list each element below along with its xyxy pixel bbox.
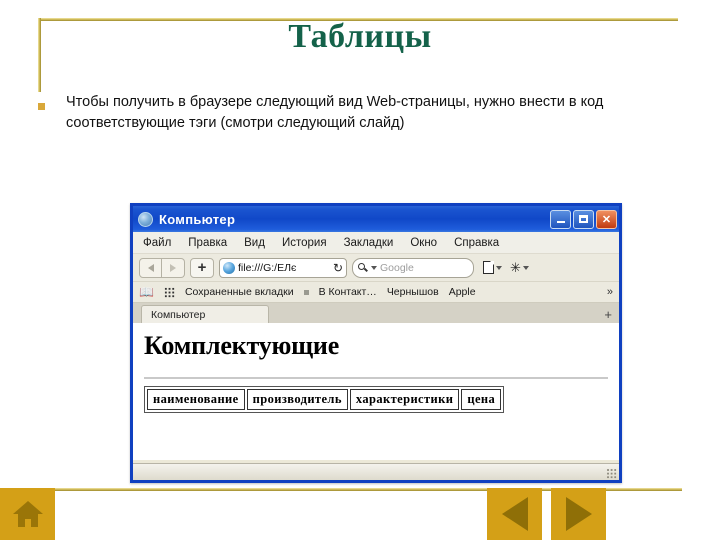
settings-chevron-down-icon xyxy=(522,265,529,270)
maximize-button[interactable] xyxy=(573,209,594,229)
search-icon xyxy=(358,262,368,273)
menu-item-file[interactable]: Файл xyxy=(143,237,171,249)
reload-icon[interactable]: ↻ xyxy=(333,261,343,275)
home-icon xyxy=(12,501,43,527)
page-title: Таблицы xyxy=(288,18,432,55)
menu-item-window[interactable]: Окно xyxy=(410,237,437,249)
content-heading: Комплектующие xyxy=(144,331,340,360)
search-placeholder: Google xyxy=(380,261,414,274)
search-engine-chevron-down-icon[interactable] xyxy=(371,265,377,270)
menu-item-history[interactable]: История xyxy=(282,237,327,249)
next-slide-button[interactable] xyxy=(551,488,606,540)
gear-icon: ✳ xyxy=(510,260,521,275)
bullet-marker-icon xyxy=(38,103,45,110)
back-arrow-icon xyxy=(501,497,528,531)
search-bar[interactable]: Google xyxy=(352,257,474,278)
address-bar-value: file:///G:/ЕЛє xyxy=(238,261,297,274)
previous-slide-button[interactable] xyxy=(487,488,542,540)
minimize-button[interactable] xyxy=(550,209,571,229)
close-icon: ✕ xyxy=(601,213,612,226)
page-chevron-down-icon xyxy=(496,265,502,270)
minimize-icon xyxy=(556,221,565,223)
site-globe-icon xyxy=(223,261,235,274)
table-cell-price: цена xyxy=(461,388,502,410)
close-button[interactable]: ✕ xyxy=(596,209,617,229)
globe-icon xyxy=(138,211,153,227)
tab-computer[interactable]: Компьютер xyxy=(141,305,269,323)
page-icon xyxy=(483,260,495,274)
bullet-text: Чтобы получить в браузере следующий вид … xyxy=(66,94,604,131)
browser-window: Компьютер ✕ Файл Правка Вид История Закл… xyxy=(130,203,622,483)
bookmark-chernyshov[interactable]: Чернышов xyxy=(387,286,439,298)
table-cell-name: наименование xyxy=(147,388,245,410)
new-tab-button[interactable]: + xyxy=(604,308,612,321)
bookmarks-overflow-icon[interactable]: » xyxy=(607,286,613,298)
table-cell-manufacturer: производитель xyxy=(246,388,348,410)
resize-grip-icon[interactable] xyxy=(606,468,617,479)
maximize-icon xyxy=(579,215,588,223)
settings-menu-button[interactable]: ✳ xyxy=(510,261,529,274)
table-cell-specs: характеристики xyxy=(349,388,460,410)
menu-item-edit[interactable]: Правка xyxy=(188,237,227,249)
browser-titlebar: Компьютер ✕ xyxy=(133,206,619,232)
toolbar-icon-group: ✳ xyxy=(483,260,529,274)
browser-toolbar: + file:///G:/ЕЛє ↻ Google ✳ xyxy=(133,254,619,282)
bullet-list-item: Чтобы получить в браузере следующий вид … xyxy=(38,92,678,134)
bookmark-saved-tabs[interactable]: Сохраненные вкладки xyxy=(185,286,294,298)
window-title: Компьютер xyxy=(159,211,236,227)
tab-strip: Компьютер + xyxy=(133,303,619,323)
forward-button[interactable] xyxy=(162,257,185,278)
bookmark-apple[interactable]: Apple xyxy=(449,286,476,298)
book-icon[interactable]: 📖 xyxy=(139,286,154,298)
components-table: наименование производитель характеристик… xyxy=(144,385,505,413)
tab-label: Компьютер xyxy=(151,308,206,321)
address-bar[interactable]: file:///G:/ЕЛє ↻ xyxy=(219,257,347,278)
table-row: наименование производитель характеристик… xyxy=(147,388,502,410)
page-content: Комплектующие наименование производитель… xyxy=(133,323,619,460)
grid-apps-icon[interactable] xyxy=(163,286,175,298)
bookmark-separator-icon xyxy=(303,289,309,295)
back-arrow-icon xyxy=(147,263,154,272)
browser-menubar: Файл Правка Вид История Закладки Окно Сп… xyxy=(133,232,619,254)
menu-item-bookmarks[interactable]: Закладки xyxy=(344,237,394,249)
horizontal-rule xyxy=(144,376,608,379)
forward-arrow-icon xyxy=(170,263,176,272)
back-button[interactable] xyxy=(139,257,162,278)
new-tab-toolbar-button[interactable]: + xyxy=(190,257,214,278)
home-button[interactable] xyxy=(0,488,55,540)
slide-canvas: Таблицы Чтобы получить в браузере следую… xyxy=(0,0,720,540)
menu-item-view[interactable]: Вид xyxy=(244,237,265,249)
forward-arrow-icon xyxy=(565,497,592,531)
bookmark-vkontakte[interactable]: В Контакт… xyxy=(319,286,377,298)
status-bar xyxy=(133,463,619,480)
menu-item-help[interactable]: Справка xyxy=(454,237,499,249)
bookmarks-bar: 📖 Сохраненные вкладки В Контакт… Чернышо… xyxy=(133,282,619,303)
navigation-button-group xyxy=(139,257,185,278)
page-menu-button[interactable] xyxy=(483,260,502,274)
